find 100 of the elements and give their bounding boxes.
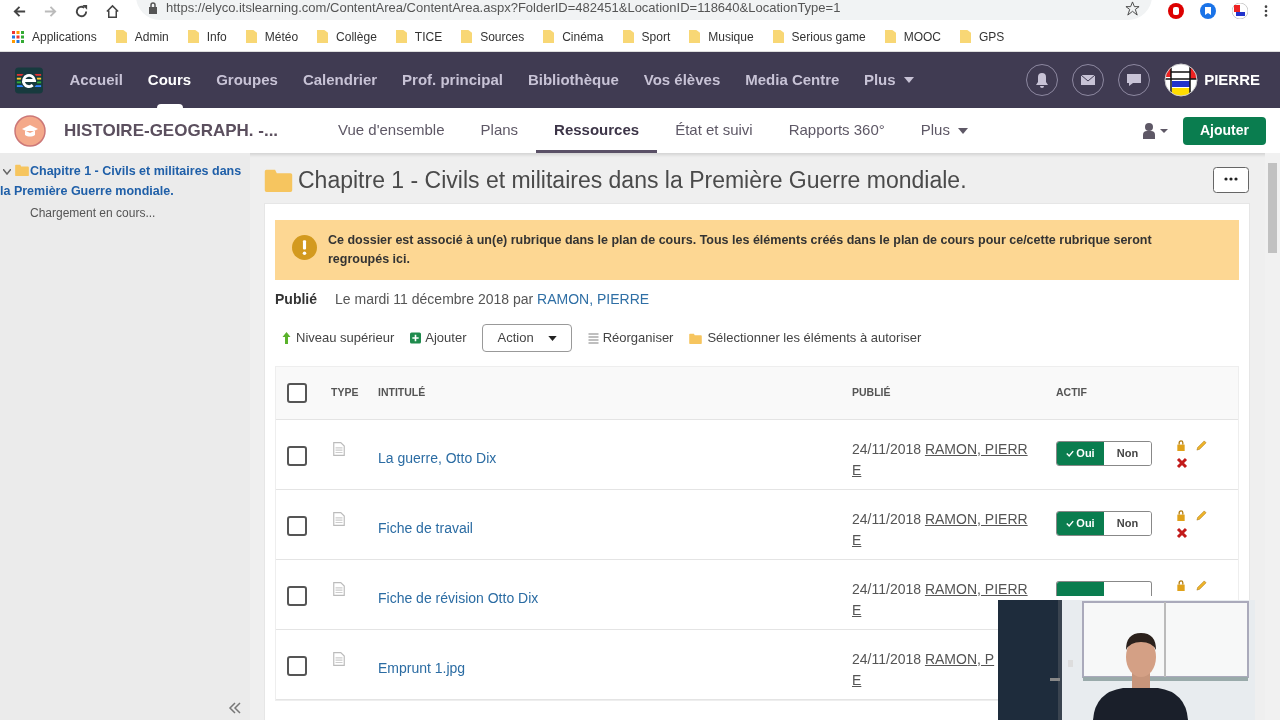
- item-title-link[interactable]: Emprunt 1.jpg: [378, 660, 466, 676]
- nav-tab[interactable]: Groupes: [203, 52, 291, 108]
- course-tab[interactable]: Vue d'ensemble: [320, 108, 463, 153]
- row-checkbox[interactable]: [287, 446, 307, 466]
- folder-icon: [689, 332, 703, 344]
- published-label: Publié: [275, 289, 317, 309]
- bookmark[interactable]: Serious game: [772, 27, 866, 46]
- nav-tab[interactable]: Prof. principal: [389, 52, 516, 108]
- star-icon[interactable]: [1125, 0, 1140, 16]
- bookmark[interactable]: Collège: [317, 27, 377, 46]
- author-link[interactable]: RAMON, PIERR: [924, 441, 1028, 457]
- profile-avatar-icon[interactable]: [1232, 3, 1248, 19]
- collapse-sidebar-icon[interactable]: [228, 702, 242, 714]
- add-button[interactable]: Ajouter: [1183, 116, 1266, 145]
- author-link[interactable]: E: [852, 532, 862, 548]
- extension-icon[interactable]: [1168, 3, 1184, 19]
- expand-caret-icon[interactable]: [3, 168, 11, 175]
- bookmark[interactable]: TICE: [395, 27, 443, 46]
- author-link[interactable]: E: [852, 672, 862, 688]
- extension-icon[interactable]: [1200, 3, 1216, 19]
- action-dropdown[interactable]: Action: [482, 324, 572, 352]
- bookmark[interactable]: Sources: [461, 27, 525, 46]
- document-icon: [333, 652, 345, 666]
- item-title-link[interactable]: Fiche de travail: [378, 520, 473, 536]
- column-header: ACTIF: [1056, 386, 1087, 399]
- chat-bubble-icon[interactable]: [1118, 64, 1151, 96]
- folder-icon: [187, 30, 199, 43]
- check-icon: [1066, 450, 1075, 457]
- item-title-link[interactable]: La guerre, Otto Dix: [378, 450, 497, 466]
- course-tab[interactable]: Rapports 360°: [770, 108, 903, 153]
- delete-icon[interactable]: [1176, 457, 1188, 469]
- course-tab[interactable]: Plans: [462, 108, 537, 153]
- folder-icon: [543, 30, 555, 43]
- more-menu[interactable]: Plus: [902, 119, 986, 142]
- bell-icon[interactable]: [1026, 64, 1059, 96]
- bookmark[interactable]: Info: [187, 27, 227, 46]
- folder-icon: [264, 168, 293, 192]
- bookmark[interactable]: MOOC: [884, 27, 941, 46]
- bookmark[interactable]: Musique: [689, 27, 754, 46]
- menu-icon[interactable]: [1264, 4, 1268, 18]
- more-menu[interactable]: Plus: [851, 68, 926, 92]
- toolbar-link[interactable]: Niveau supérieur: [281, 328, 395, 348]
- folder-icon: [622, 30, 634, 43]
- row-checkbox[interactable]: [287, 516, 307, 536]
- person-menu-icon[interactable]: [1143, 122, 1169, 139]
- nav-tab[interactable]: Cours: [135, 52, 204, 108]
- apps-grid-icon: [12, 30, 24, 43]
- bookmark[interactable]: Météo: [245, 27, 299, 46]
- address-bar[interactable]: https://elyco.itslearning.com/ContentArea/ContentArea.aspx?FolderID=482451&LocationID=118640&LocationType=1: [136, 0, 1152, 20]
- bookmark[interactable]: Applications: [12, 27, 97, 46]
- author-link[interactable]: RAMON, PIERRE: [537, 290, 650, 307]
- back-icon[interactable]: [12, 3, 27, 19]
- folder-tree-item[interactable]: Chapitre 1 - Civils et militaires dans la Première Guerre mondiale.: [0, 161, 250, 201]
- author-link[interactable]: RAMON, PIERR: [924, 581, 1028, 597]
- active-toggle[interactable]: [1056, 581, 1152, 596]
- bookmark[interactable]: Admin: [115, 27, 169, 46]
- folder-title: Chapitre 1 - Civils et militaires dans la Première Guerre mondiale.: [298, 165, 968, 195]
- home-icon[interactable]: [105, 3, 120, 19]
- nav-tab[interactable]: Calendrier: [290, 52, 390, 108]
- author-link[interactable]: E: [852, 602, 862, 618]
- row-checkbox[interactable]: [287, 656, 307, 676]
- logo-icon[interactable]: [15, 66, 43, 94]
- nav-tab[interactable]: Media Centre: [732, 52, 852, 108]
- delete-icon[interactable]: [1176, 527, 1188, 539]
- toolbar-link[interactable]: Ajouter: [410, 328, 467, 348]
- bookmark[interactable]: GPS: [960, 27, 1005, 46]
- toolbar-link[interactable]: Réorganiser: [587, 328, 674, 348]
- mail-icon[interactable]: [1072, 64, 1105, 96]
- active-toggle[interactable]: Oui Non: [1056, 441, 1152, 466]
- nav-tab[interactable]: Vos élèves: [631, 52, 733, 108]
- author-link[interactable]: E: [852, 462, 862, 478]
- reload-icon[interactable]: [74, 3, 89, 19]
- lock-icon[interactable]: [1176, 440, 1186, 451]
- folder-icon: [884, 30, 896, 43]
- user-menu[interactable]: PIERRE: [1164, 63, 1260, 97]
- lock-icon[interactable]: [1176, 510, 1186, 521]
- notice-text: Ce dossier est associé à un(e) rubrique dans le plan de cours. Tous les éléments créés dans le plan de cours pour ce/cette rubrique seront regroupés ici.: [328, 232, 1153, 268]
- lock-icon[interactable]: [1176, 580, 1186, 591]
- course-tab[interactable]: État et suivi: [657, 108, 771, 153]
- nav-tab[interactable]: Accueil: [57, 52, 136, 108]
- up-arrow-icon: [281, 332, 292, 344]
- scrollbar-thumb[interactable]: [1268, 163, 1277, 253]
- item-title-link[interactable]: Fiche de révision Otto Dix: [378, 590, 539, 606]
- select-all-checkbox[interactable]: [287, 383, 307, 403]
- author-link[interactable]: RAMON, P: [924, 651, 995, 667]
- published-info: Le mardi 11 décembre 2018 par RAMON, PIERRE: [335, 289, 650, 309]
- url-text: https://elyco.itslearning.com/ContentArea/ContentArea.aspx?FolderID=482451&LocationID=118640&LocationType=1: [166, 0, 842, 18]
- toolbar-link[interactable]: Sélectionner les éléments à autoriser: [689, 328, 922, 348]
- author-link[interactable]: RAMON, PIERR: [924, 511, 1028, 527]
- more-options-icon[interactable]: [1213, 167, 1249, 193]
- row-checkbox[interactable]: [287, 586, 307, 606]
- folder-icon: [960, 30, 971, 43]
- user-avatar-icon: [1164, 63, 1199, 97]
- nav-tab[interactable]: Bibliothèque: [515, 52, 632, 108]
- bookmark[interactable]: Cinéma: [543, 27, 604, 46]
- course-tab[interactable]: Ressources: [536, 108, 658, 153]
- active-toggle[interactable]: Oui Non: [1056, 511, 1152, 536]
- published-date: 24/11/2018: [852, 511, 923, 527]
- published-date: 24/11/2018: [852, 581, 923, 597]
- bookmark[interactable]: Sport: [622, 27, 671, 46]
